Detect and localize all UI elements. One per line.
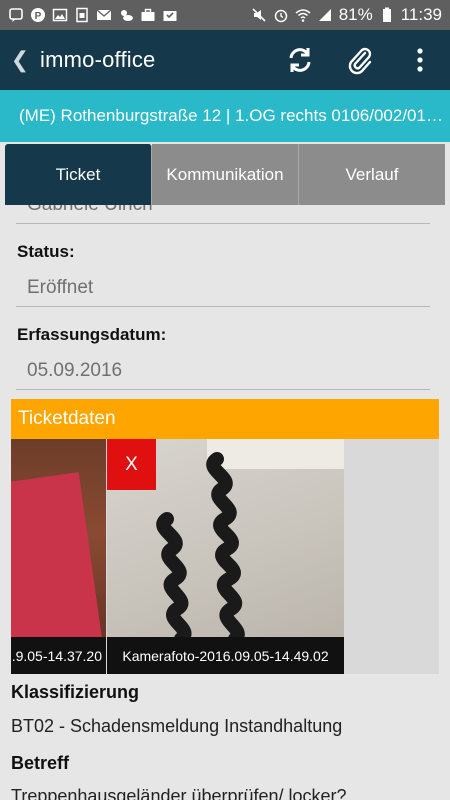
status-field[interactable]: Eröffnet bbox=[16, 269, 430, 307]
betreff-label: Betreff bbox=[11, 753, 70, 773]
tab-bar: Ticket Kommunikation Verlauf bbox=[5, 144, 445, 205]
refresh-button[interactable] bbox=[270, 30, 330, 90]
mail-icon bbox=[96, 7, 112, 23]
klassifizierung-label: Klassifizierung bbox=[11, 682, 140, 702]
date-value: 05.09.2016 bbox=[27, 359, 123, 381]
attach-button[interactable] bbox=[330, 30, 390, 90]
tab-ticket[interactable]: Ticket bbox=[5, 144, 152, 205]
app-title: immo-office bbox=[40, 47, 156, 72]
app-bar: ❮ immo-office bbox=[0, 30, 450, 90]
photo-caption: .9.05-14.37.20 bbox=[11, 637, 106, 674]
more-vert-icon bbox=[417, 48, 423, 72]
back-button[interactable]: ❮ bbox=[0, 30, 40, 90]
battery-icon bbox=[379, 7, 395, 23]
status-value: Eröffnet bbox=[27, 276, 94, 298]
tab-verlauf[interactable]: Verlauf bbox=[299, 144, 445, 205]
mute-icon bbox=[251, 7, 267, 23]
battery-percent: 81% bbox=[338, 5, 373, 24]
weather-icon bbox=[118, 7, 134, 23]
file-icon bbox=[74, 7, 90, 23]
delete-photo-button[interactable]: X bbox=[107, 439, 156, 490]
photo-gallery[interactable]: .9.05-14.37.20 Kamerafoto-2016.09.05-14.… bbox=[11, 439, 439, 674]
gallery-icon bbox=[52, 7, 68, 23]
signal-icon bbox=[317, 7, 333, 23]
briefcase-icon bbox=[140, 7, 156, 23]
property-address: (ME) Rothenburgstraße 12 | 1.OG rechts 0… bbox=[0, 90, 450, 142]
reporter-value: Gabriele Ulrich bbox=[27, 205, 153, 216]
reporter-field[interactable]: Gabriele Ulrich bbox=[16, 205, 430, 224]
status-label: Status: bbox=[17, 242, 75, 261]
paperclip-icon bbox=[348, 47, 372, 75]
klassifizierung-value: BT02 - Schadensmeldung Instandhaltung bbox=[11, 716, 343, 736]
alarm-icon bbox=[273, 7, 289, 23]
betreff-value: Treppenhausgeländer überprüfen/ locker? bbox=[11, 786, 347, 800]
message-icon bbox=[8, 7, 24, 23]
clock: 11:39 bbox=[400, 5, 442, 24]
pinterest-icon: P bbox=[30, 7, 46, 23]
overflow-menu-button[interactable] bbox=[390, 30, 450, 90]
status-bar: P 81% 11:39 bbox=[0, 0, 450, 30]
photo-caption: Kamerafoto-2016.09.05-14.49.02 bbox=[107, 637, 344, 674]
refresh-icon bbox=[289, 48, 311, 72]
ticketdaten-header: Ticketdaten bbox=[11, 399, 439, 439]
date-label: Erfassungsdatum: bbox=[17, 325, 167, 344]
svg-text:P: P bbox=[35, 11, 42, 22]
photo-thumbnail[interactable]: .9.05-14.37.20 bbox=[11, 439, 106, 674]
date-field[interactable]: 05.09.2016 bbox=[16, 352, 430, 390]
chevron-left-icon: ❮ bbox=[10, 47, 30, 72]
wifi-icon bbox=[295, 7, 311, 23]
tab-kommunikation[interactable]: Kommunikation bbox=[152, 144, 299, 205]
task-icon bbox=[162, 7, 178, 23]
scrolled-field-clip: Gabriele Ulrich bbox=[0, 205, 450, 225]
